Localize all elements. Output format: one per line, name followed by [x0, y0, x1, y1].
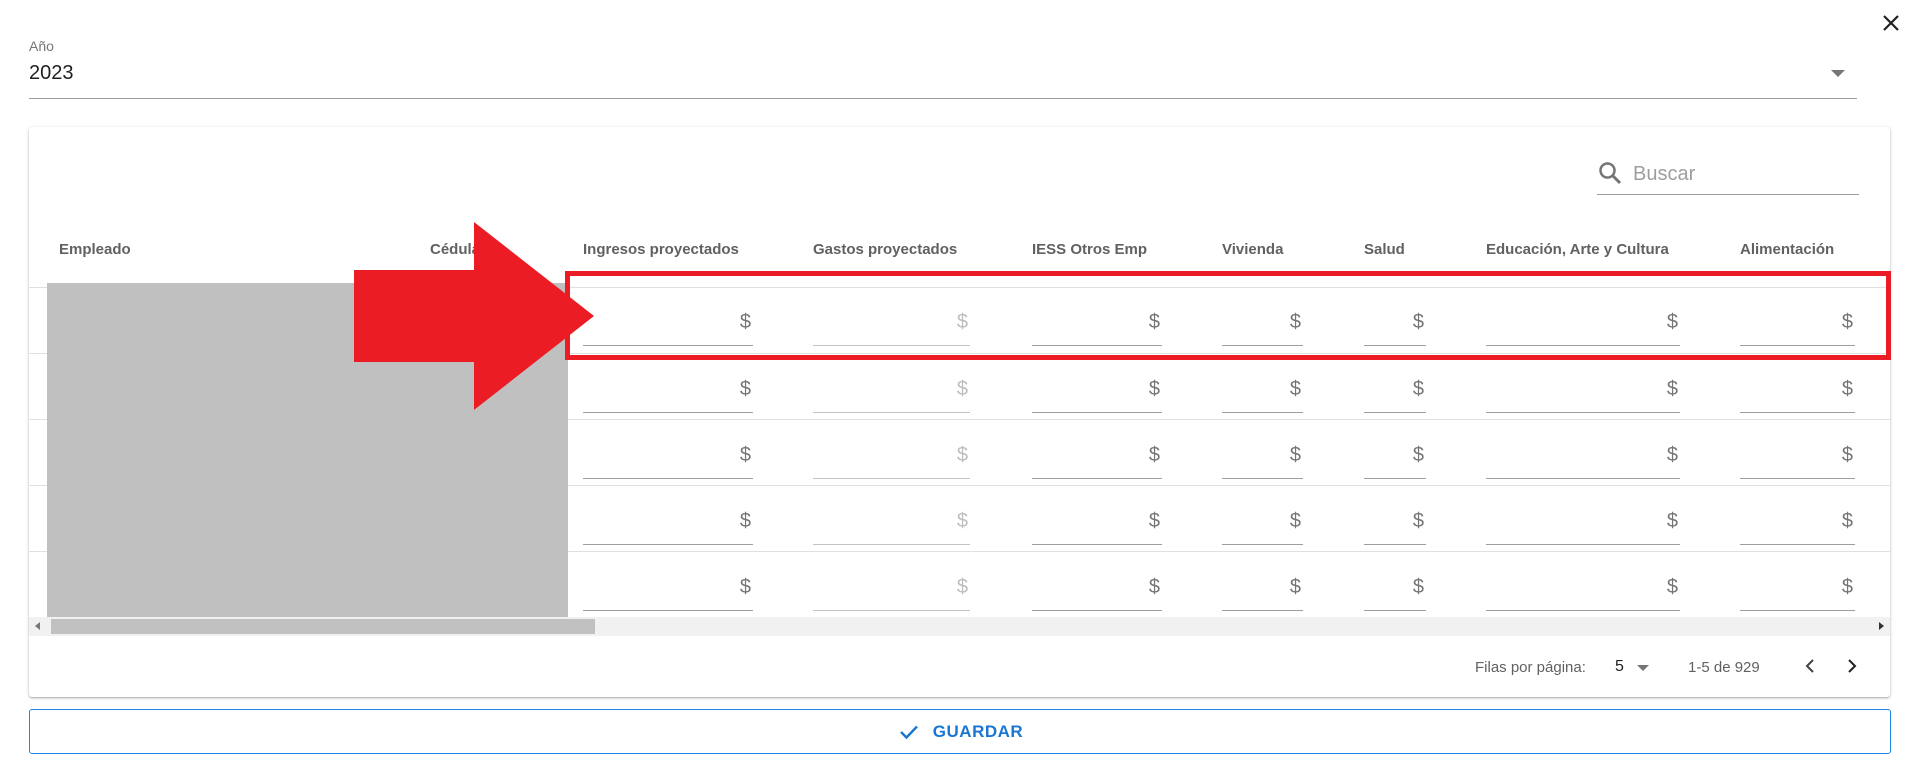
alimentacion-input[interactable]: $: [1740, 554, 1855, 611]
currency-symbol: $: [1666, 444, 1678, 466]
close-icon: [1883, 15, 1899, 31]
ingresos-input[interactable]: $: [583, 554, 753, 611]
currency-symbol: $: [956, 510, 968, 532]
search-field[interactable]: [1597, 152, 1859, 195]
previous-page-button[interactable]: [1798, 654, 1822, 678]
column-header-ingresos[interactable]: Ingresos proyectados: [583, 241, 739, 258]
next-page-button[interactable]: [1840, 654, 1864, 678]
currency-symbol: $: [1148, 510, 1160, 532]
save-button[interactable]: GUARDAR: [29, 709, 1891, 754]
currency-symbol: $: [1148, 444, 1160, 466]
search-input[interactable]: [1631, 156, 1855, 192]
search-icon: [1599, 162, 1622, 185]
scroll-right-icon[interactable]: [1879, 622, 1884, 630]
currency-symbol: $: [1412, 378, 1424, 400]
gastos-input: $: [813, 356, 970, 413]
iess-input[interactable]: $: [1032, 488, 1162, 545]
column-header-educacion[interactable]: Educación, Arte y Cultura: [1486, 241, 1669, 258]
currency-symbol: $: [1289, 576, 1301, 598]
educacion-input[interactable]: $: [1486, 554, 1680, 611]
currency-symbol: $: [739, 378, 751, 400]
currency-symbol: $: [1289, 444, 1301, 466]
salud-input[interactable]: $: [1364, 356, 1426, 413]
ingresos-input[interactable]: $: [583, 488, 753, 545]
ingresos-input[interactable]: $: [583, 356, 753, 413]
currency-symbol: $: [1666, 576, 1678, 598]
iess-input[interactable]: $: [1032, 422, 1162, 479]
salud-input[interactable]: $: [1364, 488, 1426, 545]
gastos-input: $: [813, 488, 970, 545]
salud-input[interactable]: $: [1364, 554, 1426, 611]
chevron-down-icon: [1637, 665, 1649, 671]
currency-symbol: $: [1148, 576, 1160, 598]
currency-symbol: $: [739, 510, 751, 532]
educacion-input[interactable]: $: [1486, 488, 1680, 545]
column-header-iess[interactable]: IESS Otros Emp: [1032, 241, 1147, 258]
column-header-empleado[interactable]: Empleado: [59, 241, 131, 258]
rows-per-page-value: 5: [1615, 658, 1624, 675]
column-header-salud[interactable]: Salud: [1364, 241, 1405, 258]
currency-symbol: $: [1412, 510, 1424, 532]
currency-symbol: $: [1841, 576, 1853, 598]
currency-symbol: $: [1148, 378, 1160, 400]
scrollbar-thumb[interactable]: [51, 619, 595, 634]
alimentacion-input[interactable]: $: [1740, 422, 1855, 479]
currency-symbol: $: [1841, 444, 1853, 466]
currency-symbol: $: [1289, 378, 1301, 400]
year-label: Año: [29, 38, 54, 54]
pagination-range: 1-5 de 929: [1688, 659, 1760, 676]
currency-symbol: $: [956, 576, 968, 598]
column-header-vivienda[interactable]: Vivienda: [1222, 241, 1283, 258]
scroll-left-icon[interactable]: [35, 622, 40, 630]
iess-input[interactable]: $: [1032, 554, 1162, 611]
chevron-down-icon: [1831, 70, 1845, 77]
currency-symbol: $: [1289, 510, 1301, 532]
currency-symbol: $: [1666, 510, 1678, 532]
rows-per-page-select[interactable]: 5: [1615, 656, 1661, 680]
check-icon: [899, 725, 918, 739]
ingresos-input[interactable]: $: [583, 422, 753, 479]
currency-symbol: $: [1412, 444, 1424, 466]
chevron-right-icon: [1848, 659, 1857, 673]
rows-per-page-label: Filas por página:: [1475, 659, 1586, 676]
vivienda-input[interactable]: $: [1222, 356, 1303, 413]
educacion-input[interactable]: $: [1486, 422, 1680, 479]
annotation-highlight-box: [565, 271, 1891, 360]
iess-input[interactable]: $: [1032, 356, 1162, 413]
year-select[interactable]: Año 2023: [29, 38, 1857, 99]
alimentacion-input[interactable]: $: [1740, 488, 1855, 545]
currency-symbol: $: [956, 378, 968, 400]
vivienda-input[interactable]: $: [1222, 422, 1303, 479]
currency-symbol: $: [739, 444, 751, 466]
currency-symbol: $: [1666, 378, 1678, 400]
horizontal-scrollbar[interactable]: [29, 617, 1890, 636]
column-header-alimentacion[interactable]: Alimentación: [1740, 241, 1834, 258]
chevron-left-icon: [1805, 659, 1814, 673]
vivienda-input[interactable]: $: [1222, 488, 1303, 545]
close-button[interactable]: [1878, 10, 1904, 36]
gastos-input: $: [813, 422, 970, 479]
vivienda-input[interactable]: $: [1222, 554, 1303, 611]
currency-symbol: $: [1841, 510, 1853, 532]
column-header-gastos[interactable]: Gastos proyectados: [813, 241, 957, 258]
alimentacion-input[interactable]: $: [1740, 356, 1855, 413]
year-value: 2023: [29, 62, 74, 84]
gastos-input: $: [813, 554, 970, 611]
salud-input[interactable]: $: [1364, 422, 1426, 479]
save-button-label: GUARDAR: [932, 721, 1024, 741]
educacion-input[interactable]: $: [1486, 356, 1680, 413]
annotation-arrow: [354, 222, 594, 410]
currency-symbol: $: [956, 444, 968, 466]
currency-symbol: $: [739, 576, 751, 598]
currency-symbol: $: [1412, 576, 1424, 598]
currency-symbol: $: [1841, 378, 1853, 400]
